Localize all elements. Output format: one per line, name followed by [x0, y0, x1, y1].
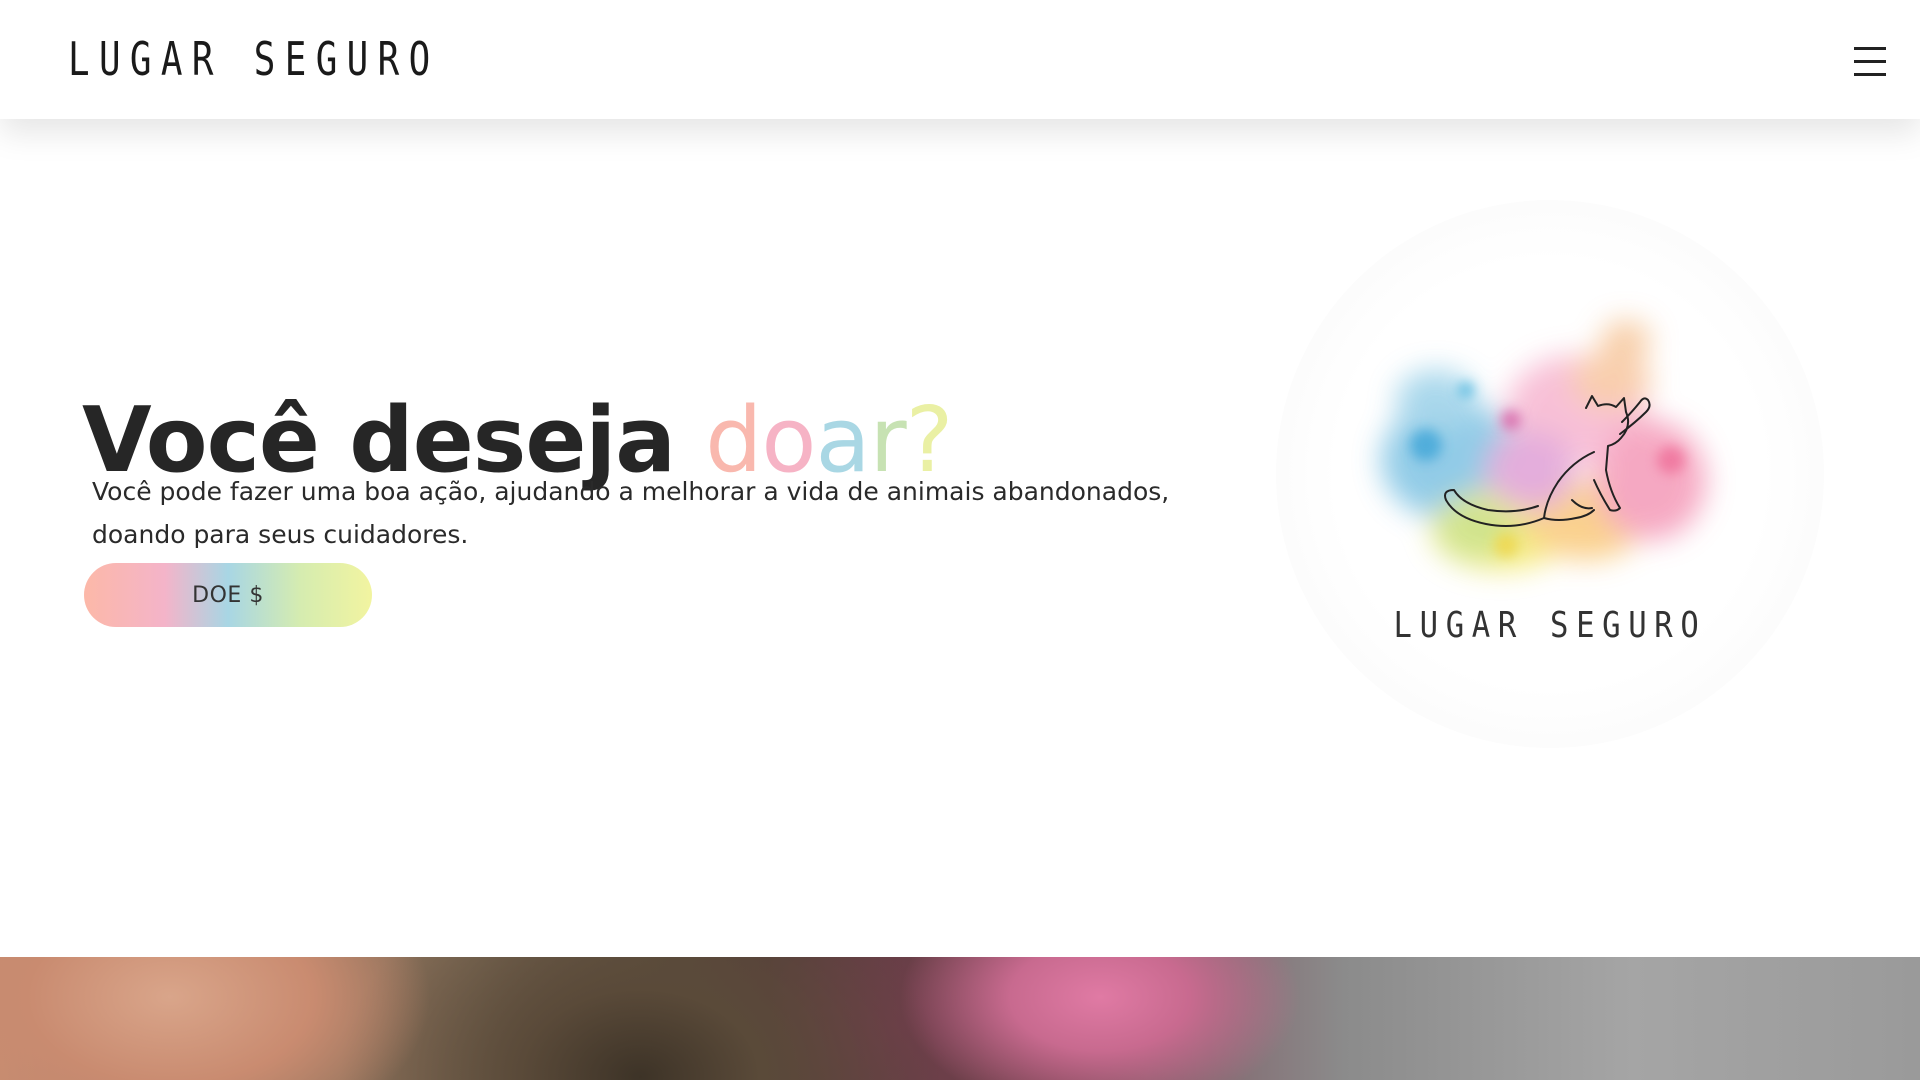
- menu-bar-middle: [1854, 60, 1886, 63]
- hero-description: Você pode fazer uma boa ação, ajudando a…: [92, 477, 1170, 549]
- hamburger-menu-icon[interactable]: [1854, 47, 1886, 77]
- site-header: LUGAR SEGURO: [0, 0, 1920, 119]
- hero-section: Você deseja doar? Você pode fazer uma bo…: [0, 119, 1920, 957]
- site-logo[interactable]: LUGAR SEGURO: [68, 32, 440, 86]
- hero-background-photo: [0, 957, 1920, 1080]
- menu-bar-bottom: [1854, 73, 1886, 76]
- watercolor-cat-icon: [1381, 320, 1706, 570]
- donate-button[interactable]: DOE $: [84, 563, 372, 627]
- brand-logo-label: LUGAR SEGURO: [1393, 605, 1707, 646]
- menu-bar-top: [1854, 47, 1886, 50]
- brand-logo-image: LUGAR SEGURO: [1276, 200, 1824, 748]
